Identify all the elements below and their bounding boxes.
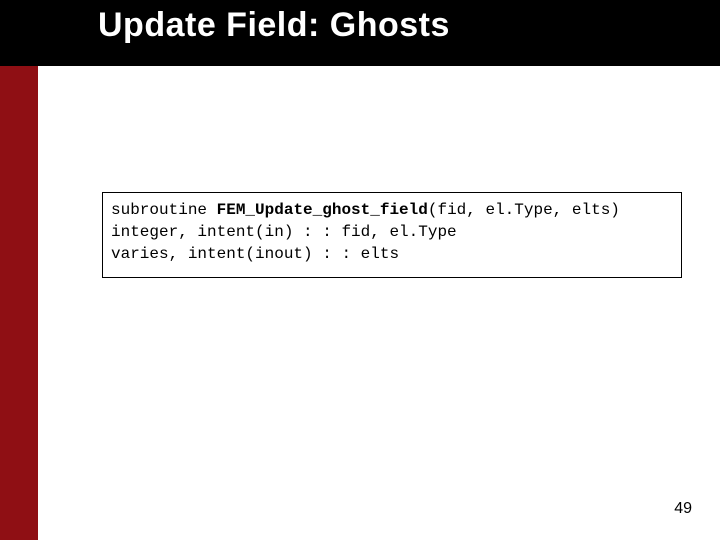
slide: Update Field: Ghosts subroutine FEM_Upda… [0, 0, 720, 540]
slide-title: Update Field: Ghosts [98, 6, 450, 45]
code-line-1: subroutine FEM_Update_ghost_field(fid, e… [111, 199, 673, 221]
code-line-1-pre: subroutine [111, 201, 217, 219]
code-line-3: varies, intent(inout) : : elts [111, 243, 673, 265]
page-number: 49 [674, 500, 692, 518]
code-line-2: integer, intent(in) : : fid, el.Type [111, 221, 673, 243]
left-accent-bar [0, 0, 38, 540]
code-line-1-post: (fid, el.Type, elts) [428, 201, 620, 219]
code-box: subroutine FEM_Update_ghost_field(fid, e… [102, 192, 682, 278]
code-line-1-func: FEM_Update_ghost_field [217, 201, 428, 219]
